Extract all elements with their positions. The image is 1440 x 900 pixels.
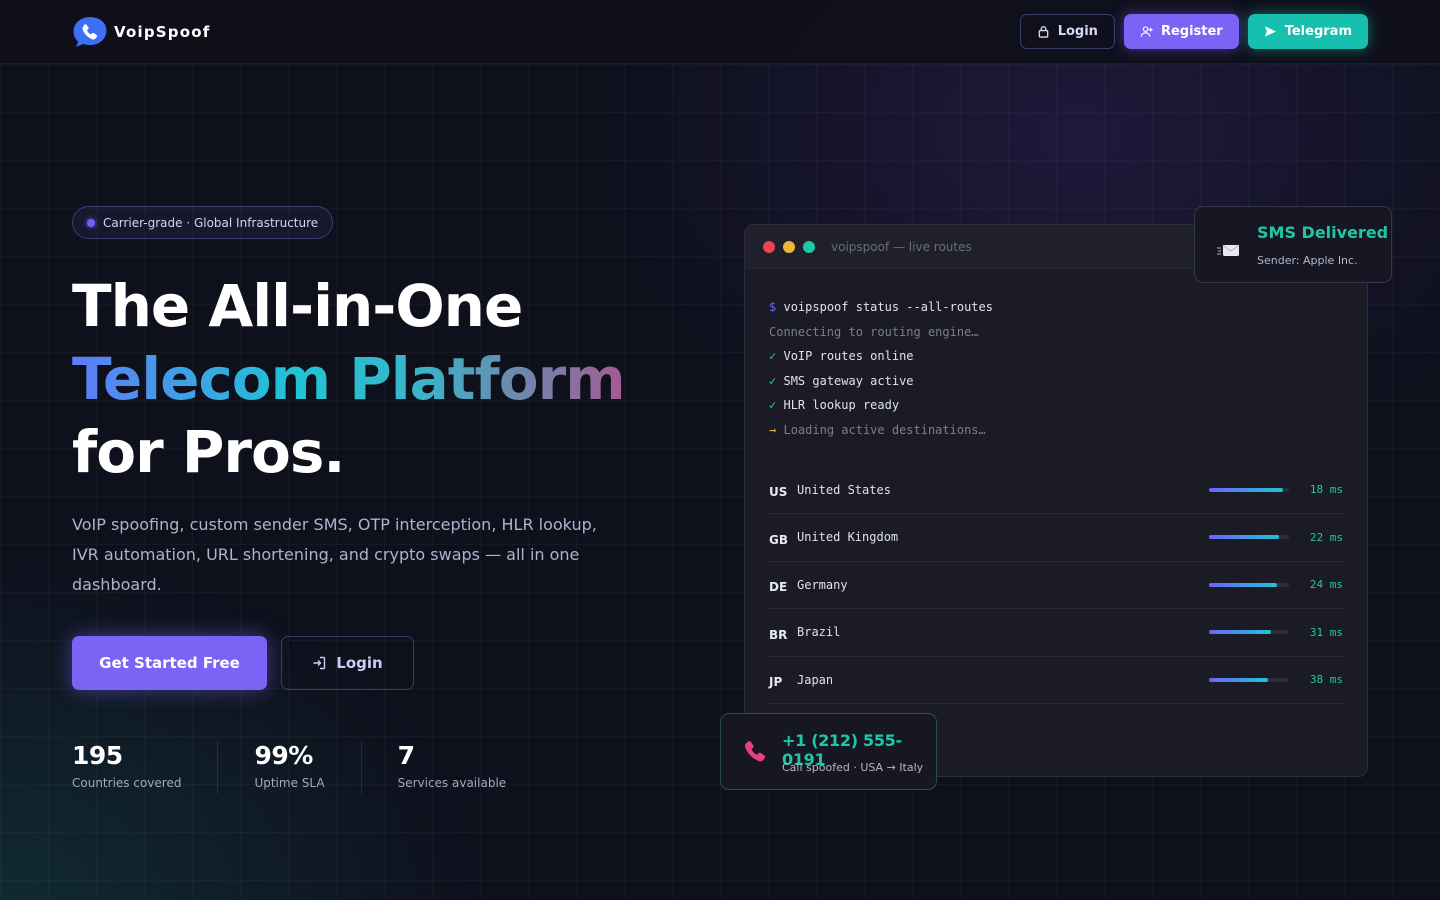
phone-icon [744, 741, 766, 762]
route-latency: 24 ms [1309, 578, 1343, 592]
terminal-line: → Loading active destinations… [769, 418, 1343, 443]
terminal-line: ✓ SMS gateway active [769, 369, 1343, 394]
terminal-window: voipspoof — live routes $ voipspoof stat… [744, 224, 1368, 777]
terminal-command: voipspoof status --all-routes [783, 300, 993, 314]
route-country-name: Germany [797, 577, 848, 592]
nav-telegram-label: Telegram [1284, 24, 1352, 39]
nav-register-label: Register [1160, 24, 1223, 39]
stat-label: Services available [397, 776, 507, 790]
terminal-loading: Loading active destinations… [783, 422, 986, 437]
latency-bar [1209, 582, 1289, 587]
terminal-check: SMS gateway active [783, 373, 914, 388]
sms-delivered-card: SMS Delivered Sender: Apple Inc. [1194, 206, 1392, 283]
route-latency: 18 ms [1309, 483, 1343, 497]
hero-login-button[interactable]: Login [281, 636, 414, 690]
route-row: JP Japan 38 ms [769, 657, 1343, 705]
route-row: GB United Kingdom 22 ms [769, 514, 1343, 562]
latency-bar-fill [1209, 487, 1283, 492]
latency-bar-fill [1209, 535, 1280, 540]
hero-badge-text: Carrier-grade · Global Infrastructure [103, 215, 319, 230]
get-started-label: Get Started Free [99, 654, 240, 672]
route-latency: 22 ms [1309, 530, 1343, 544]
route-country-name: United States [797, 482, 891, 497]
route-country-code: DE [769, 580, 788, 595]
latency-bar [1209, 535, 1289, 540]
stat-label: Uptime SLA [254, 776, 325, 790]
send-icon [1264, 26, 1276, 37]
terminal-line: ✓ HLR lookup ready [769, 393, 1343, 418]
route-country-code: BR [769, 627, 788, 642]
route-country-code: GB [769, 532, 788, 547]
latency-bar-fill [1209, 677, 1269, 682]
window-close-dot[interactable] [763, 240, 775, 253]
check-icon: ✓ [769, 349, 777, 364]
terminal-connecting: Connecting to routing engine… [769, 324, 979, 339]
route-row: DE Germany 24 ms [769, 562, 1343, 610]
latency-bar-fill [1209, 582, 1277, 587]
route-row: BR Brazil 31 ms [769, 609, 1343, 657]
call-card-subtitle: Call spoofed · USA → Italy [782, 761, 924, 774]
nav-login-button[interactable]: Login [1019, 14, 1115, 49]
route-country-code: JP [769, 675, 783, 690]
sign-in-icon [313, 656, 326, 670]
stat-services: 7 Services available [398, 742, 543, 794]
nav-actions: Login Register Telegram [1019, 14, 1368, 49]
hero-login-label: Login [336, 654, 383, 672]
call-spoofed-card: +1 (212) 555-0191 Call spoofed · USA → I… [720, 713, 937, 790]
get-started-button[interactable]: Get Started Free [72, 636, 267, 690]
hero-title-line1: The All-in-One [72, 272, 523, 340]
terminal-command-line: $ voipspoof status --all-routes [769, 295, 1343, 320]
stat-value: 7 [397, 741, 415, 770]
check-icon: ✓ [769, 373, 777, 388]
stat-value: 99% [254, 741, 313, 770]
route-country-name: United Kingdom [797, 530, 899, 545]
route-country-name: Brazil [797, 625, 841, 640]
stat-label: Countries covered [72, 776, 182, 790]
arrow-icon: → [769, 422, 777, 437]
terminal-title: voipspoof — live routes [831, 239, 972, 254]
badge-dot-icon [87, 218, 95, 227]
user-plus-icon [1140, 26, 1153, 37]
brand-name: VoipSpoof [114, 23, 211, 41]
stat-uptime: 99% Uptime SLA [254, 741, 362, 794]
window-minimize-dot[interactable] [783, 240, 795, 253]
latency-bar [1209, 630, 1289, 635]
hero-title-line3: for Pros. [72, 418, 345, 486]
latency-bar [1209, 677, 1289, 682]
hero-badge: Carrier-grade · Global Infrastructure [72, 206, 334, 239]
hero-title: The All-in-One Telecom Platform for Pros… [72, 270, 712, 489]
terminal-body: $ voipspoof status --all-routes Connecti… [745, 269, 1367, 705]
top-nav: VoipSpoof Login Register Telegram [0, 0, 1440, 64]
latency-bar [1209, 487, 1289, 492]
route-latency: 38 ms [1309, 673, 1343, 687]
message-icon [1217, 244, 1240, 256]
terminal-check: HLR lookup ready [783, 398, 900, 413]
route-country-code: US [769, 485, 788, 500]
route-country-name: Japan [797, 672, 834, 687]
terminal-line: ✓ VoIP routes online [769, 344, 1343, 369]
stat-value: 195 [72, 741, 123, 770]
sms-card-subtitle: Sender: Apple Inc. [1257, 254, 1358, 267]
route-list: US United States 18 ms GB United Kingdom… [769, 467, 1343, 705]
brand-logo[interactable]: VoipSpoof [72, 15, 210, 49]
nav-register-button[interactable]: Register [1123, 14, 1239, 49]
nav-telegram-button[interactable]: Telegram [1247, 14, 1368, 49]
route-latency: 31 ms [1309, 625, 1343, 639]
terminal-check: VoIP routes online [783, 349, 914, 364]
check-icon: ✓ [769, 398, 777, 413]
terminal-prompt: $ [769, 300, 777, 314]
latency-bar-fill [1209, 630, 1272, 635]
route-row: US United States 18 ms [769, 467, 1343, 515]
terminal-line: Connecting to routing engine… [769, 320, 1343, 345]
stat-countries: 195 Countries covered [72, 741, 219, 794]
chat-phone-icon [73, 17, 107, 47]
stats-row: 195 Countries covered 99% Uptime SLA 7 S… [72, 742, 578, 794]
window-maximize-dot[interactable] [803, 240, 815, 253]
lock-icon [1038, 26, 1049, 38]
nav-login-label: Login [1057, 24, 1098, 39]
hero-title-line2: Telecom Platform [72, 343, 712, 416]
hero-description: VoIP spoofing, custom sender SMS, OTP in… [72, 515, 597, 594]
sms-card-title: SMS Delivered [1257, 223, 1389, 242]
